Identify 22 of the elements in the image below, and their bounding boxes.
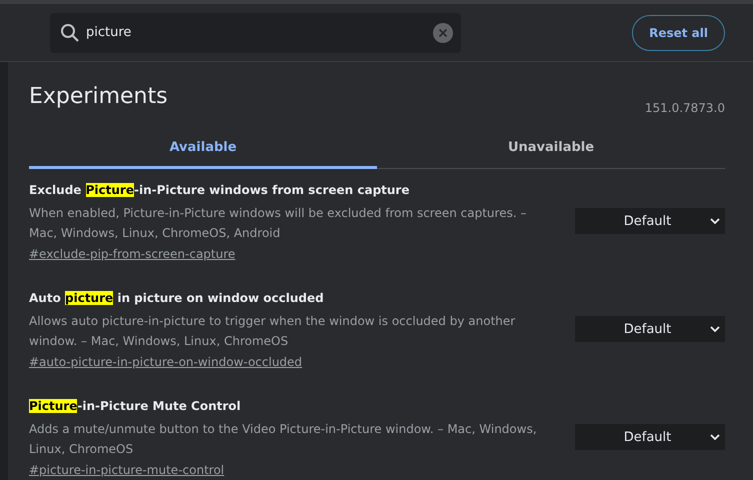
- reset-all-button[interactable]: Reset all: [632, 14, 725, 50]
- experiment-link[interactable]: #exclude-pip-from-screen-capture: [29, 247, 236, 261]
- state-dropdown[interactable]: Default: [575, 208, 725, 234]
- page-title: Experiments: [29, 84, 168, 109]
- tab[interactable]: Available: [29, 129, 377, 169]
- experiment-title: Exclude Picture-in-Picture windows from screen capture: [29, 183, 410, 197]
- chevron-icon: [710, 434, 720, 440]
- experiment-link[interactable]: #picture-in-picture-mute-control: [29, 463, 224, 477]
- experiment-link[interactable]: #auto-picture-in-picture-on-window-occluded: [29, 355, 302, 369]
- search-field[interactable]: picture: [50, 12, 461, 52]
- experiment-description: Adds a mute/unmute button to the Video Picture-in-Picture window. – Mac, Windows, Linux, ChromeOS: [29, 421, 538, 458]
- experiment-description: Allows auto picture-in-picture to trigger when the window is occluded by another window. – Mac, Windows, Linux, ChromeOS: [29, 313, 516, 350]
- chevron-icon: [710, 218, 720, 224]
- tab[interactable]: Unavailable: [377, 129, 725, 169]
- experiment-title: Picture-in-Picture Mute Control: [29, 399, 242, 413]
- experiment-description: When enabled, Picture-in-Picture windows will be excluded from screen captures. – Mac, Windows, Linux, ChromeOS, Android: [29, 205, 528, 242]
- state-dropdown[interactable]: Default: [575, 316, 725, 342]
- clear-icon[interactable]: [433, 22, 453, 42]
- chevron-icon: [710, 326, 720, 332]
- state-dropdown[interactable]: Default: [575, 424, 725, 450]
- experiment-title: Auto picture in picture on window occluded: [29, 291, 325, 305]
- version-number: 151.0.7873.0: [644, 101, 725, 115]
